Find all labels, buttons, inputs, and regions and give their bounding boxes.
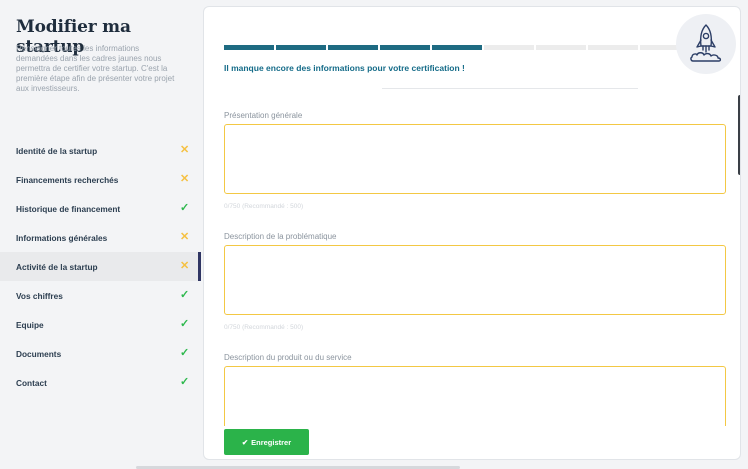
- progress-segment: [380, 45, 430, 50]
- produit-textarea[interactable]: [224, 366, 726, 426]
- nav-item-chiffres[interactable]: Vos chiffres ✓: [0, 281, 201, 310]
- save-button[interactable]: ✔ Enregistrer: [224, 429, 309, 455]
- progress-segment: [588, 45, 638, 50]
- nav-item-financements[interactable]: Financements recherchés ✕: [0, 165, 201, 194]
- progress-segment: [536, 45, 586, 50]
- field-label-presentation: Présentation générale: [224, 111, 303, 120]
- nav-item-label: Historique de financement: [16, 203, 121, 214]
- problematique-textarea[interactable]: [224, 245, 726, 315]
- rocket-icon: [676, 14, 736, 74]
- nav-item-label: Financements recherchés: [16, 174, 119, 185]
- progress-bar: [224, 45, 690, 50]
- check-icon: ✓: [180, 347, 190, 359]
- section-nav: Identité de la startup ✕ Financements re…: [0, 136, 201, 397]
- check-icon: ✓: [180, 376, 190, 388]
- nav-item-activite[interactable]: Activité de la startup ✕: [0, 252, 201, 281]
- scrollbar[interactable]: [738, 95, 740, 175]
- page-description: Renseigner toutes les informations deman…: [16, 44, 175, 93]
- cross-icon: ✕: [180, 173, 190, 185]
- check-icon: ✓: [180, 202, 190, 214]
- sidebar: Modifier ma startup Renseigner toutes le…: [0, 0, 201, 469]
- nav-item-historique[interactable]: Historique de financement ✓: [0, 194, 201, 223]
- cross-icon: ✕: [180, 260, 190, 272]
- check-icon: ✓: [180, 318, 190, 330]
- divider: [382, 88, 638, 89]
- nav-item-identite[interactable]: Identité de la startup ✕: [0, 136, 201, 165]
- char-counter: 0/750 (Recommandé : 500): [224, 324, 304, 331]
- save-button-label: Enregistrer: [251, 437, 292, 447]
- field-label-problematique: Description de la problématique: [224, 232, 337, 241]
- nav-item-contact[interactable]: Contact ✓: [0, 368, 201, 397]
- certification-warning: Il manque encore des informations pour v…: [224, 63, 465, 73]
- nav-item-label: Equipe: [16, 319, 44, 330]
- nav-item-label: Informations générales: [16, 232, 108, 243]
- progress-segment: [432, 45, 482, 50]
- progress-segment: [328, 45, 378, 50]
- presentation-textarea[interactable]: [224, 124, 726, 194]
- nav-item-label: Activité de la startup: [16, 261, 98, 272]
- nav-item-equipe[interactable]: Equipe ✓: [0, 310, 201, 339]
- check-icon: ✓: [180, 289, 190, 301]
- nav-item-label: Vos chiffres: [16, 290, 63, 301]
- progress-segment: [276, 45, 326, 50]
- cross-icon: ✕: [180, 144, 190, 156]
- nav-item-label: Documents: [16, 348, 62, 359]
- check-icon: ✔: [241, 437, 249, 447]
- nav-item-informations[interactable]: Informations générales ✕: [0, 223, 201, 252]
- form-panel: Il manque encore des informations pour v…: [203, 6, 741, 460]
- progress-segment: [484, 45, 534, 50]
- progress-segment: [224, 45, 274, 50]
- nav-item-label: Contact: [16, 377, 47, 388]
- nav-item-documents[interactable]: Documents ✓: [0, 339, 201, 368]
- char-counter: 0/750 (Recommandé : 500): [224, 203, 304, 210]
- field-label-produit: Description du produit ou du service: [224, 353, 352, 362]
- cross-icon: ✕: [180, 231, 190, 243]
- nav-item-label: Identité de la startup: [16, 145, 98, 156]
